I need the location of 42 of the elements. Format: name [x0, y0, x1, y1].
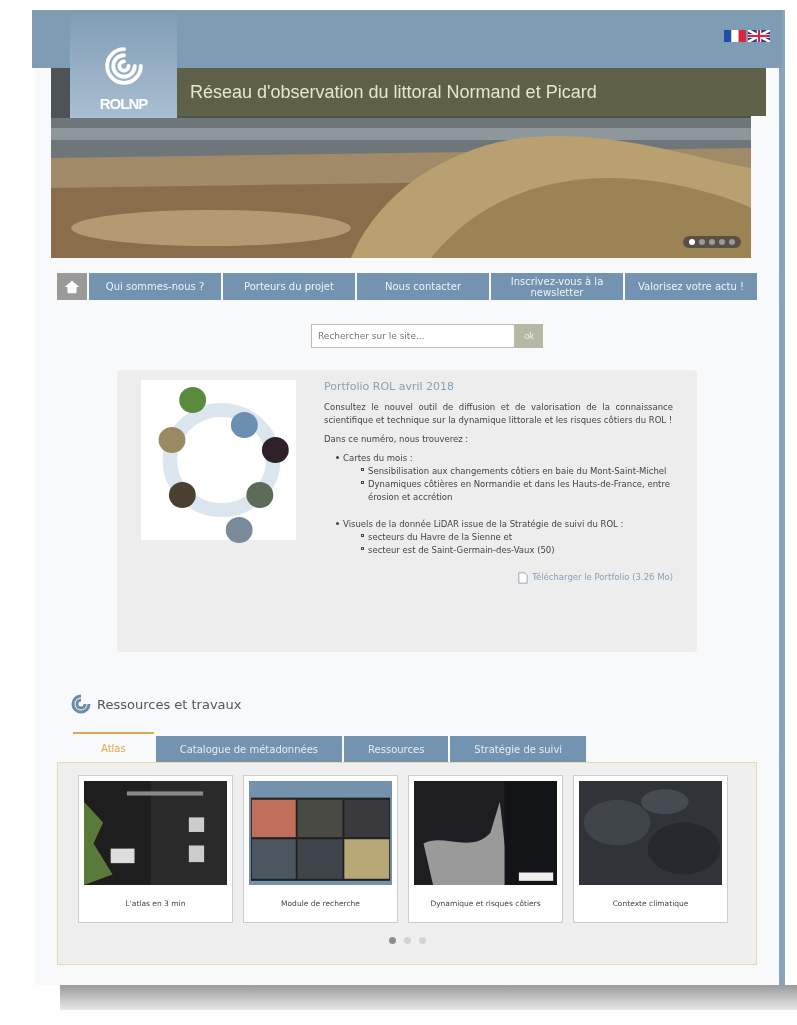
- pager-dot[interactable]: [418, 937, 426, 944]
- list-item: secteur est de Saint-Germain-des-Vaux (50): [368, 544, 556, 557]
- nav-link[interactable]: Valorisez votre actu !: [625, 273, 757, 300]
- home-button[interactable]: [57, 273, 87, 300]
- bullet-icon: [361, 534, 364, 537]
- bullet-icon: [361, 481, 364, 484]
- slide-dot[interactable]: [709, 239, 715, 245]
- slide-dot[interactable]: [699, 239, 705, 245]
- nav-link[interactable]: Inscrivez-vous à la newsletter: [491, 273, 623, 300]
- section-heading: Ressources et travaux: [97, 696, 242, 712]
- tab[interactable]: Stratégie de suivi: [450, 736, 587, 762]
- bullet-icon: [336, 456, 339, 459]
- list-item: Visuels de la donnée LiDAR issue de la Stratégie de suivi du ROL :: [343, 518, 625, 531]
- pager-dot[interactable]: [388, 937, 396, 944]
- slide-dot[interactable]: [729, 239, 735, 245]
- list-item: Sensibilisation aux changements côtiers en baie du Mont-Saint-Michel: [368, 465, 668, 478]
- tab[interactable]: Catalogue de métadonnées: [155, 736, 343, 762]
- bullet-icon: [336, 522, 339, 525]
- list-item: Cartes du mois :: [343, 452, 414, 465]
- feature-title: Portfolio ROL avril 2018: [324, 380, 456, 393]
- bullet-icon: [361, 468, 364, 471]
- pager-dot[interactable]: [403, 937, 411, 944]
- site-title: Réseau d'observation du littoral Normand et Picard: [189, 81, 597, 103]
- french-flag-icon: [724, 30, 746, 42]
- nav-link[interactable]: Qui sommes-nous ?: [89, 273, 221, 300]
- lead-text: Dans ce numéro, nous trouverez :: [324, 433, 470, 446]
- nav-link[interactable]: Porteurs du projet: [223, 273, 355, 300]
- british-flag-icon: [748, 30, 770, 42]
- intro-text: Consultez le nouvel outil de diffusion et de valorisation de la connaissance scientifique et technique sur la dynamique littorale et les risques côtiers du ROL !: [324, 401, 673, 427]
- bullet-icon: [361, 547, 364, 550]
- list-item: Dynamiques côtières en Normandie et dans les Hauts-de-France, entre érosion et accrétion: [368, 478, 671, 504]
- nav-link[interactable]: Nous contacter: [357, 273, 489, 300]
- search-field[interactable]: Rechercher sur le site...: [311, 324, 515, 348]
- search-button[interactable]: ok: [515, 324, 543, 348]
- document-icon: [518, 571, 529, 584]
- tab[interactable]: Ressources: [344, 736, 449, 762]
- slide-dot[interactable]: [689, 239, 695, 245]
- slide-dot[interactable]: [719, 239, 725, 245]
- list-item: secteurs du Havre de la Sienne et: [368, 531, 514, 544]
- logo-text: ROLNP: [99, 95, 148, 112]
- spiral-icon: [71, 694, 91, 714]
- download-link[interactable]: Télécharger le Portfolio (3.26 Mo): [532, 571, 673, 584]
